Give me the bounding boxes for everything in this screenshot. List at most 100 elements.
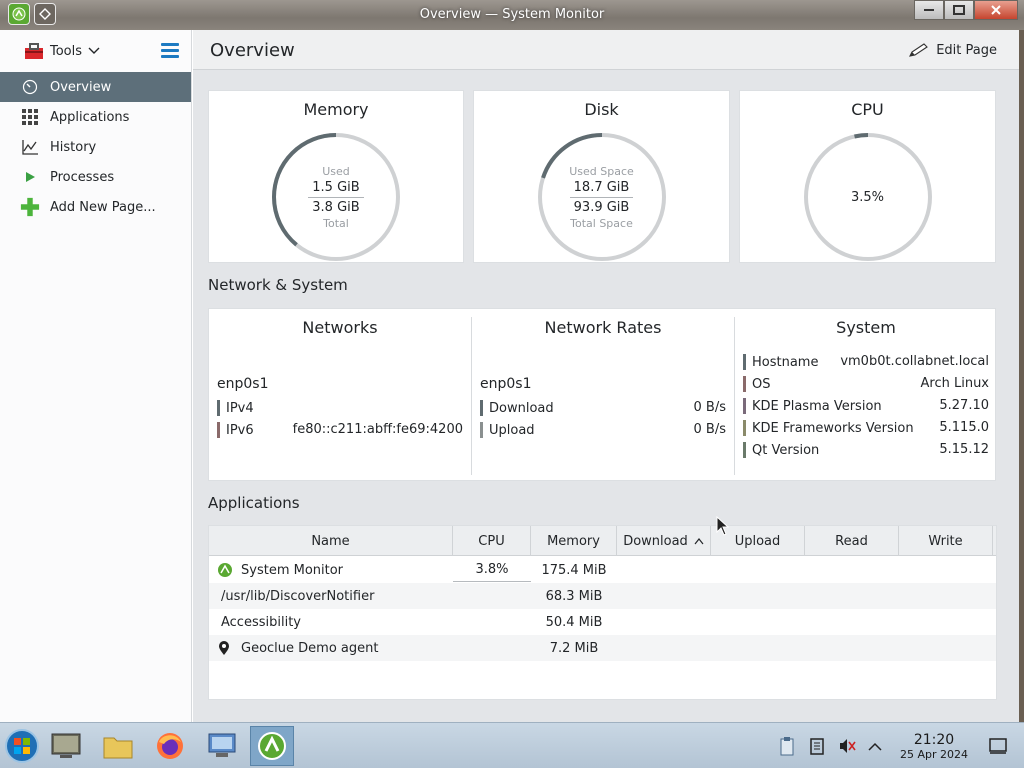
- cpu-value: 3.5%: [850, 189, 885, 205]
- mouse-cursor-icon: [716, 516, 730, 536]
- qt-version-label: Qt Version: [752, 442, 820, 458]
- hamburger-menu-icon[interactable]: [161, 43, 179, 61]
- sidebar-item-overview[interactable]: Overview: [0, 72, 191, 102]
- column-header-read[interactable]: Read: [805, 526, 899, 556]
- disk-total-value: 93.9 GiB: [573, 199, 630, 215]
- table-row[interactable]: /usr/lib/DiscoverNotifier 68.3 MiB: [209, 583, 996, 609]
- applications-table: Name CPU Memory Download Upload Read Wri…: [208, 525, 997, 700]
- memory-used-label: Used: [322, 164, 350, 178]
- app-window: Tools Overview Applications History Proc…: [0, 30, 1019, 722]
- taskbar-firefox[interactable]: [148, 726, 192, 766]
- disk-gauge: Used Space 18.7 GiB 93.9 GiB Total Space: [536, 131, 668, 263]
- disk-title: Disk: [584, 100, 619, 119]
- show-desktop-button[interactable]: [986, 723, 1010, 768]
- speaker-muted-icon: [840, 739, 856, 753]
- os-value: Arch Linux: [920, 376, 990, 391]
- location-pin-icon: [219, 641, 229, 655]
- table-row[interactable]: System Monitor 3.8% 175.4 MiB: [209, 557, 996, 583]
- tray-notes[interactable]: [806, 723, 828, 768]
- toolbox-icon: [25, 43, 43, 59]
- memory-gauge: Used 1.5 GiB 3.8 GiB Total: [270, 131, 402, 263]
- column-header-cpu[interactable]: CPU: [453, 526, 531, 556]
- title-bar: Overview — System Monitor: [0, 0, 1024, 30]
- sort-ascending-icon: [694, 537, 704, 544]
- table-row[interactable]: Geoclue Demo agent 7.2 MiB: [209, 635, 996, 661]
- clock-time: 21:20: [913, 732, 955, 748]
- minimize-button[interactable]: [914, 0, 944, 20]
- app-memory: 175.4 MiB: [541, 562, 607, 578]
- app-cpu: 3.8%: [453, 557, 531, 582]
- chevron-down-icon: [88, 47, 100, 54]
- column-header-download[interactable]: Download: [617, 526, 711, 556]
- app-memory: 7.2 MiB: [549, 640, 599, 656]
- sidebar-item-history[interactable]: History: [0, 132, 191, 162]
- column-header-write[interactable]: Write: [899, 526, 993, 556]
- system-monitor-icon: [258, 732, 286, 760]
- os-label: OS: [752, 376, 771, 392]
- folder-icon: [103, 737, 133, 759]
- plasma-version-value: 5.27.10: [939, 398, 989, 413]
- tray-expand[interactable]: [864, 723, 886, 768]
- rates-interface: enp0s1: [480, 376, 532, 392]
- sidebar: Tools Overview Applications History Proc…: [0, 30, 192, 722]
- sidebar-item-add-page[interactable]: Add New Page...: [0, 192, 191, 222]
- frameworks-version-value: 5.115.0: [939, 420, 989, 435]
- edit-page-label: Edit Page: [936, 42, 997, 58]
- window-title: Overview — System Monitor: [419, 7, 605, 22]
- network-monitor-icon: [208, 733, 236, 757]
- taskbar-system-monitor[interactable]: [250, 726, 294, 766]
- pencil-icon: [909, 43, 929, 57]
- taskbar-show-desktop[interactable]: [44, 726, 88, 766]
- notes-icon: [810, 738, 824, 755]
- sidebar-item-processes[interactable]: Processes: [0, 162, 191, 192]
- frameworks-version-label: KDE Frameworks Version: [752, 420, 914, 436]
- upload-value: 0 B/s: [693, 422, 726, 437]
- system-monitor-icon: [218, 563, 232, 577]
- table-row[interactable]: Accessibility 50.4 MiB: [209, 609, 996, 635]
- table-header: Name CPU Memory Download Upload Read Wri…: [209, 526, 996, 556]
- plasma-version-label: KDE Plasma Version: [752, 398, 882, 414]
- tools-menu[interactable]: Tools: [24, 42, 100, 60]
- download-label: Download: [489, 400, 554, 416]
- sidebar-item-label: History: [50, 139, 97, 155]
- close-button[interactable]: [974, 0, 1018, 20]
- plus-icon: [20, 197, 40, 217]
- tray-clipboard[interactable]: [776, 723, 798, 768]
- disk-card: Disk Used Space 18.7 GiB 93.9 GiB Total …: [473, 90, 730, 263]
- ipv6-value: fe80::c211:abff:fe69:4200: [292, 422, 463, 437]
- tray-volume-muted[interactable]: [836, 723, 858, 768]
- taskbar-file-manager[interactable]: [96, 726, 140, 766]
- clock[interactable]: 21:20 25 Apr 2024: [900, 732, 968, 761]
- network-system-card: Networks enp0s1 IPv4 IPv6 fe80::c211:abf…: [208, 308, 996, 481]
- firefox-icon: [157, 733, 183, 759]
- cpu-gauge: 3.5%: [802, 131, 934, 263]
- sidebar-item-label: Overview: [50, 79, 112, 95]
- apps-grid-icon: [20, 107, 40, 127]
- sidebar-item-applications[interactable]: Applications: [0, 102, 191, 132]
- disk-used-label: Used Space: [569, 164, 634, 178]
- start-button[interactable]: [0, 726, 44, 766]
- network-rates-column: Network Rates enp0s1 Download 0 B/s Uplo…: [472, 309, 734, 481]
- ipv4-row: IPv4: [217, 400, 463, 416]
- page-title: Overview: [210, 40, 295, 61]
- upload-label: Upload: [489, 422, 535, 438]
- play-icon: [20, 167, 40, 187]
- edit-page-button[interactable]: Edit Page: [908, 42, 997, 58]
- memory-card: Memory Used 1.5 GiB 3.8 GiB Total: [208, 90, 464, 263]
- plasma-version-row: KDE Plasma Version 5.27.10: [743, 398, 989, 414]
- ipv6-label: IPv6: [226, 422, 254, 438]
- network-rates-title: Network Rates: [544, 318, 662, 337]
- speedometer-icon: [20, 77, 40, 97]
- sidebar-nav: Overview Applications History Processes …: [0, 72, 191, 222]
- maximize-button[interactable]: [944, 0, 974, 20]
- os-row: OS Arch Linux: [743, 376, 989, 392]
- column-header-name[interactable]: Name: [209, 526, 453, 556]
- sidebar-item-label: Applications: [50, 109, 130, 125]
- taskbar-network-app[interactable]: [200, 726, 244, 766]
- app-memory: 68.3 MiB: [545, 588, 603, 604]
- system-title: System: [836, 318, 896, 337]
- network-system-heading: Network & System: [208, 276, 348, 294]
- column-header-memory[interactable]: Memory: [531, 526, 617, 556]
- upload-row: Upload 0 B/s: [480, 422, 726, 438]
- memory-title: Memory: [303, 100, 369, 119]
